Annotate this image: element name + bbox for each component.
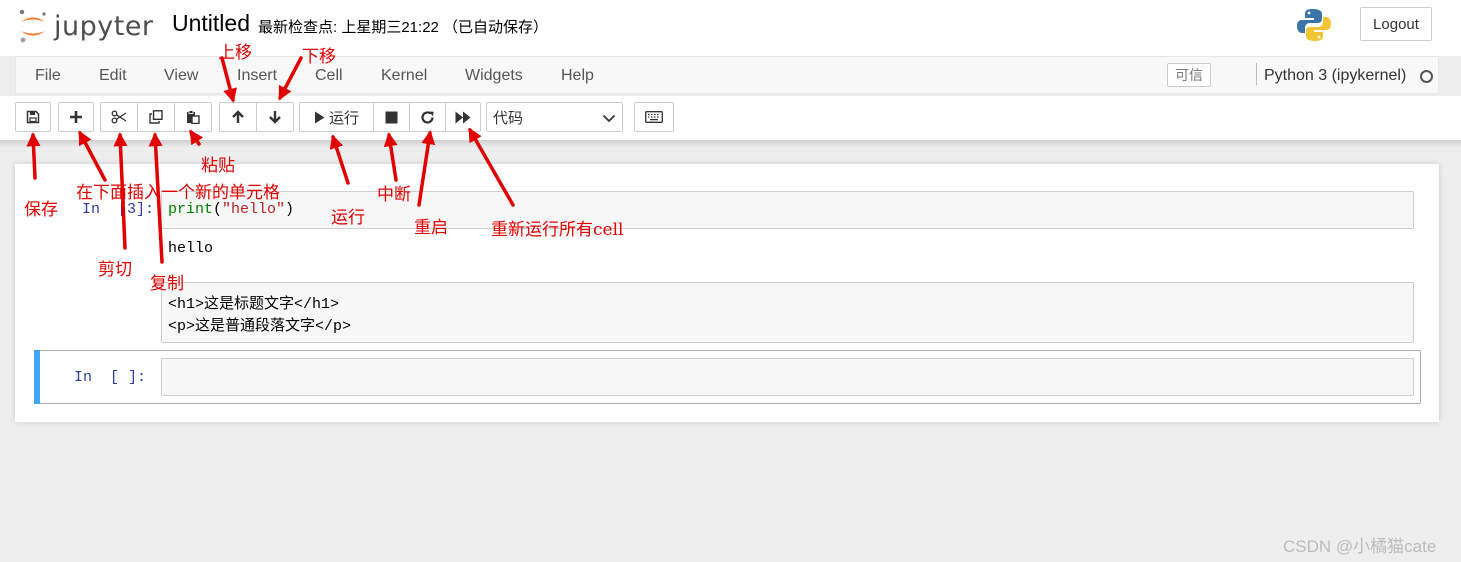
cell-1-prompt: In [3]: [82, 201, 155, 218]
paste-button[interactable] [174, 102, 212, 132]
code-function: print [168, 201, 214, 218]
restart-run-all-button[interactable] [445, 102, 481, 132]
annotation-cut: 剪切 [98, 260, 132, 280]
interrupt-kernel-button[interactable] [373, 102, 410, 132]
annotation-save: 保存 [24, 200, 58, 220]
trusted-indicator[interactable]: 可信 [1167, 63, 1211, 87]
move-cell-up-button[interactable] [219, 102, 257, 132]
run-button[interactable]: 运行 [299, 102, 374, 132]
toolbar: 运行 代码 [0, 96, 1461, 140]
keyboard-icon [645, 111, 663, 123]
restart-icon [421, 110, 434, 124]
code-paren-close: ) [285, 201, 295, 218]
menu-kernel[interactable]: Kernel [381, 67, 427, 85]
menu-cell[interactable]: Cell [315, 67, 343, 85]
menu-view[interactable]: View [164, 67, 198, 85]
cell-2-line-1: <h1>这是标题文字</h1> [168, 296, 340, 313]
logout-button[interactable]: Logout [1360, 7, 1432, 41]
notebook-title[interactable]: Untitled [172, 10, 250, 37]
python-logo-icon [1296, 7, 1332, 48]
restart-kernel-button[interactable] [409, 102, 446, 132]
kernel-idle-indicator-icon [1420, 70, 1433, 83]
logo-text: jupyter [54, 10, 154, 42]
cut-button[interactable] [100, 102, 138, 132]
toolbar-shadow [0, 140, 1461, 148]
cell-type-value: 代码 [493, 109, 524, 127]
fast-forward-icon [455, 111, 471, 123]
code-paren-open: ( [213, 201, 223, 218]
cell-3-prompt: In [ ]: [74, 369, 147, 386]
watermark: CSDN @小橘猫cate [1283, 537, 1437, 556]
cut-icon [111, 110, 127, 124]
annotation-move-up: 上移 [218, 43, 252, 63]
copy-button[interactable] [137, 102, 175, 132]
annotation-insert-below: 在下面插入一个新的单元格 [76, 183, 280, 203]
annotation-interrupt: 中断 [377, 185, 411, 205]
command-palette-button[interactable] [634, 102, 674, 132]
arrow-down-icon [269, 111, 281, 124]
annotation-run: 运行 [331, 208, 365, 228]
save-icon [26, 110, 40, 124]
insert-cell-below-button[interactable] [58, 102, 94, 132]
arrow-up-icon [232, 110, 244, 123]
copy-icon [149, 110, 163, 124]
save-button[interactable] [15, 102, 51, 132]
annotation-rerun-all: 重新运行所有cell [491, 220, 624, 240]
cell-type-select[interactable]: 代码 [486, 102, 623, 132]
play-icon [314, 111, 325, 123]
jupyter-logo[interactable]: jupyter [18, 8, 154, 44]
move-cell-down-button[interactable] [256, 102, 294, 132]
checkpoint-status: 最新检查点: 上星期三21:22 （已自动保存） [258, 19, 549, 36]
menu-file[interactable]: File [35, 67, 61, 85]
active-cell-indicator [34, 350, 40, 404]
menu-edit[interactable]: Edit [99, 67, 127, 85]
run-label: 运行 [328, 109, 359, 127]
annotation-restart: 重启 [414, 218, 448, 238]
menu-widgets[interactable]: Widgets [465, 67, 523, 85]
jupyter-logo-icon [19, 9, 46, 43]
cell-2-input[interactable]: <h1>这是标题文字</h1> <p>这是普通段落文字</p> [161, 282, 1414, 343]
annotation-move-down: 下移 [302, 47, 336, 67]
chevron-down-icon [602, 114, 616, 123]
cell-3-input[interactable] [161, 358, 1414, 396]
cell-1-output: hello [168, 240, 214, 257]
menu-insert[interactable]: Insert [237, 67, 277, 85]
stop-icon [385, 111, 398, 123]
kernel-separator [1256, 63, 1257, 85]
cell-1-code: print("hello") [168, 201, 294, 218]
annotation-copy: 复制 [150, 274, 184, 294]
code-string: "hello" [222, 201, 286, 218]
annotation-paste: 粘贴 [201, 156, 235, 176]
plus-icon [70, 111, 82, 123]
kernel-name[interactable]: Python 3 (ipykernel) [1264, 67, 1406, 85]
menu-help[interactable]: Help [561, 67, 594, 85]
paste-icon [187, 110, 200, 124]
cell-2-line-2: <p>这是普通段落文字</p> [168, 318, 352, 335]
